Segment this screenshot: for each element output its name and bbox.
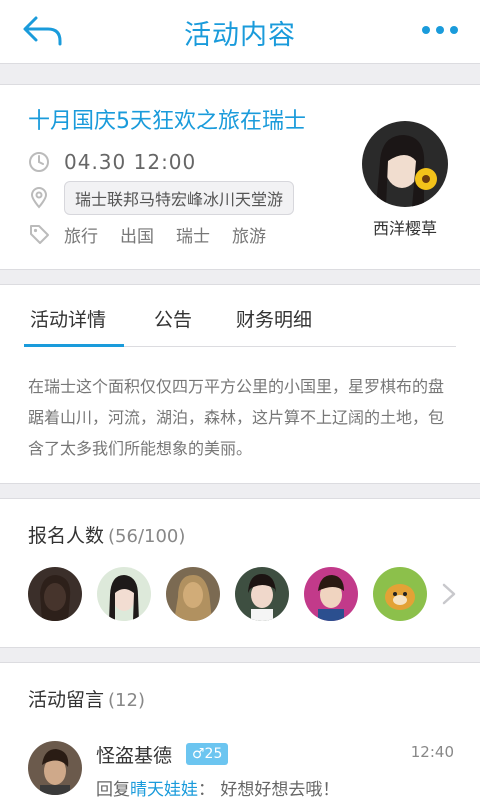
location-pin-icon [30,187,48,209]
signups-card: 报名人数 (56/100) [0,498,480,648]
event-time-row: 04.30 12:00 [28,147,196,177]
signups-label: 报名人数 [28,525,105,547]
commenter-name[interactable]: 怪盗基德 [96,741,172,768]
chevron-right-icon [442,583,456,605]
event-description: 在瑞士这个面积仅仅四万平方公里的小国里，星罗棋布的盘踞着山川，河流，湖泊，森林，… [28,377,445,458]
gender-age-badge: ♂25 [186,743,229,765]
host-name: 西洋樱草 [372,219,437,238]
comments-title: 活动留言 (12) [28,685,145,712]
more-participants-button[interactable] [440,583,458,605]
tag-icon [30,225,49,244]
commenter-avatar[interactable] [28,741,82,795]
participant-avatar[interactable] [373,567,427,621]
participant-avatar[interactable] [97,567,151,621]
page-title: 活动内容 [184,20,296,51]
tab-event-details[interactable]: 活动详情 [30,305,106,332]
comment-text: 回复晴天娃娃： 好想好想去哦！ [96,775,339,800]
detail-tabs: 活动详情 公告 财务明细 [24,285,456,347]
event-tags-row: 旅行 出国 瑞士 旅游 [28,219,288,249]
host-avatar[interactable] [362,121,448,207]
event-tag[interactable]: 瑞士 [176,222,210,247]
reply-prefix: 回复 [96,780,130,800]
app-header: 活动内容 [0,0,480,64]
more-dots-icon [422,26,458,34]
event-location[interactable]: 瑞士联邦马特宏峰冰川天堂游 [64,181,295,215]
comments-label: 活动留言 [28,689,105,711]
comment-body: ： 好想好想去哦！ [198,780,340,800]
event-tag[interactable]: 旅游 [232,222,266,247]
signups-count: (56/100) [108,526,186,547]
comments-count: (12) [108,690,145,711]
event-location-row: 瑞士联邦马特宏峰冰川天堂游 [28,181,295,215]
comments-card: 活动留言 (12) 怪盗基德 ♂25 12:40 回复晴天娃娃： 好想好想去哦！ [0,662,480,812]
comment-time: 12:40 [410,743,454,761]
participant-avatar[interactable] [304,567,358,621]
active-tab-indicator [24,344,124,347]
event-details-card: 活动详情 公告 财务明细 在瑞士这个面积仅仅四万平方公里的小国里，星罗棋布的盘踞… [0,284,480,484]
event-title: 十月国庆5天狂欢之旅在瑞士 [28,109,306,134]
event-tag[interactable]: 旅行 [64,222,98,247]
host-avatar-image [362,121,448,207]
event-summary-card: 十月国庆5天狂欢之旅在瑞士 04.30 12:00 瑞士联邦马特宏峰冰川天堂游 … [0,84,480,270]
reply-target-user[interactable]: 晴天娃娃 [130,780,198,800]
participant-avatar[interactable] [166,567,220,621]
event-tag[interactable]: 出国 [120,222,154,247]
signups-title: 报名人数 (56/100) [28,521,185,548]
more-button[interactable] [420,18,460,42]
participant-avatar[interactable] [28,567,82,621]
tab-finance[interactable]: 财务明细 [236,305,312,332]
event-time: 04.30 12:00 [64,150,197,174]
participant-avatar[interactable] [235,567,289,621]
clock-icon [29,152,49,172]
tab-announcement[interactable]: 公告 [154,305,192,332]
